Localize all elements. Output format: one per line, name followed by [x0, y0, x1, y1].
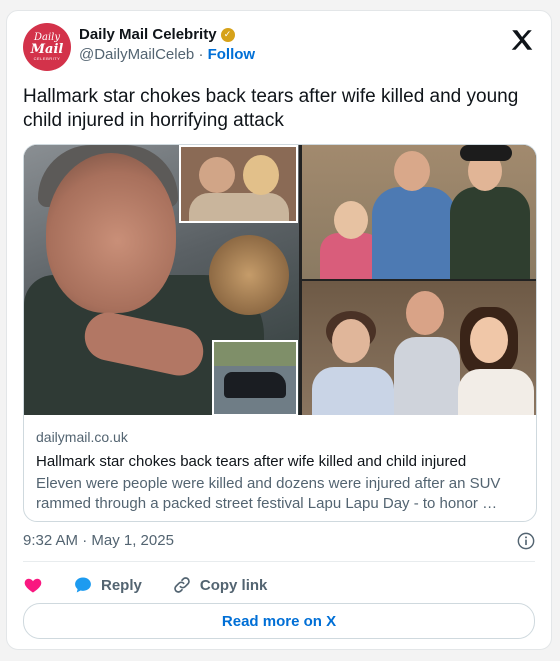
timestamp-row: 9:32 AM · May 1, 2025	[23, 532, 535, 554]
divider	[23, 561, 535, 562]
photo-group	[302, 281, 536, 415]
handle-row: @DailyMailCeleb · Follow	[79, 46, 255, 63]
tweet-text: Hallmark star chokes back tears after wi…	[23, 86, 519, 131]
link-title[interactable]: Hallmark star chokes back tears after wi…	[36, 453, 524, 470]
copy-link-label: Copy link	[199, 576, 268, 594]
action-bar: Reply Copy link	[23, 571, 535, 599]
link-meta: dailymail.co.uk Hallmark star chokes bac…	[36, 429, 524, 514]
reply-label: Reply	[101, 576, 142, 594]
link-preview-card[interactable]: dailymail.co.uk Hallmark star chokes bac…	[23, 144, 537, 522]
separator: ·	[198, 46, 204, 63]
verified-badge-icon: ✓	[220, 27, 235, 42]
heart-icon	[24, 578, 42, 593]
display-name-row[interactable]: Daily Mail Celebrity ✓	[79, 26, 255, 43]
photo-family	[302, 145, 536, 279]
display-name[interactable]: Daily Mail Celebrity	[79, 26, 217, 43]
follow-button[interactable]: Follow	[208, 46, 256, 63]
timestamp[interactable]: 9:32 AM · May 1, 2025	[23, 532, 174, 549]
link-preview-image[interactable]	[24, 145, 536, 416]
tweet-header: Daily Mail CELEBRITY Daily Mail Celebrit…	[23, 23, 535, 73]
photo-crashed-car-inset	[212, 340, 298, 416]
handle[interactable]: @DailyMailCeleb	[79, 46, 194, 63]
photo-couple-inset	[179, 145, 298, 223]
avatar-text-line3: CELEBRITY	[33, 56, 61, 61]
copy-link-button[interactable]: Copy link	[172, 575, 268, 595]
avatar[interactable]: Daily Mail CELEBRITY	[23, 23, 71, 71]
link-domain: dailymail.co.uk	[36, 429, 128, 445]
reply-button[interactable]: Reply	[73, 575, 142, 595]
read-more-button[interactable]: Read more on X	[23, 603, 535, 639]
x-logo-icon[interactable]	[509, 27, 535, 53]
reply-bubble-icon	[75, 577, 91, 593]
like-button[interactable]	[23, 575, 43, 595]
info-icon[interactable]	[517, 532, 535, 550]
account-names: Daily Mail Celebrity ✓ @DailyMailCeleb ·…	[79, 26, 255, 63]
avatar-text-line2: Mail	[30, 42, 64, 57]
tweet-embed-card: Daily Mail CELEBRITY Daily Mail Celebrit…	[6, 10, 552, 650]
link-icon	[174, 577, 190, 593]
link-description: Eleven were people were killed and dozen…	[36, 475, 501, 512]
